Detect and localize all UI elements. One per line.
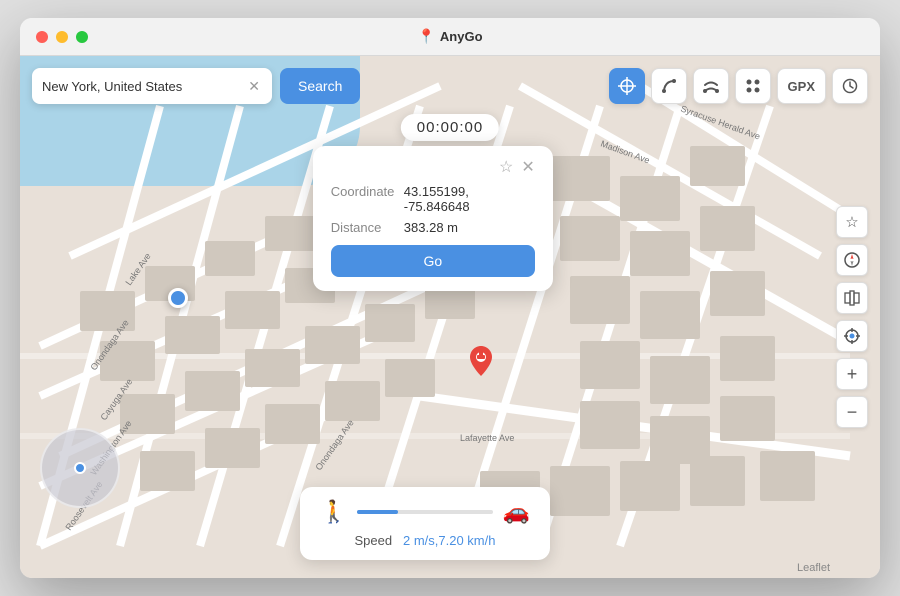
popup-distance-row: Distance 383.28 m: [331, 220, 535, 235]
walk-icon: 🚶: [320, 499, 347, 525]
timer-badge: 00:00:00: [401, 114, 499, 141]
close-button[interactable]: [36, 31, 48, 43]
route-multi-button[interactable]: [693, 68, 729, 104]
speed-value: 2 m/s,7.20 km/h: [403, 533, 495, 548]
route-single-button[interactable]: [651, 68, 687, 104]
rt-target-button[interactable]: [836, 320, 868, 352]
app-window: 📍 AnyGo: [20, 18, 880, 578]
mini-compass: [40, 428, 120, 508]
minimize-button[interactable]: [56, 31, 68, 43]
speed-slider-track[interactable]: [357, 510, 492, 514]
destination-marker[interactable]: [470, 346, 492, 383]
maximize-button[interactable]: [76, 31, 88, 43]
rt-compass-button[interactable]: [836, 244, 868, 276]
history-button[interactable]: [832, 68, 868, 104]
speed-label: Speed 2 m/s,7.20 km/h: [320, 533, 530, 548]
popup-close-button[interactable]: ✕: [521, 160, 534, 176]
multi-stop-button[interactable]: [735, 68, 771, 104]
right-tools: ☆: [836, 206, 868, 428]
clear-button[interactable]: ✕: [246, 76, 262, 97]
toolbar-right: GPX: [609, 68, 868, 104]
app-title: 📍 AnyGo: [417, 28, 482, 45]
search-input[interactable]: [42, 79, 246, 94]
toolbar: ✕ Search: [32, 68, 868, 104]
app-title-text: AnyGo: [440, 29, 483, 44]
map-container[interactable]: Lake Ave Onondaga Ave Cayuga Ave Washing…: [20, 56, 880, 578]
svg-text:Lafayette Ave: Lafayette Ave: [460, 433, 514, 443]
popup-header: ☆ ✕: [331, 160, 535, 176]
speed-text: Speed: [355, 533, 393, 548]
crosshair-button[interactable]: [609, 68, 645, 104]
zoom-out-button[interactable]: −: [836, 396, 868, 428]
rt-map-button[interactable]: [836, 282, 868, 314]
leaflet-attribution: Leaflet: [797, 562, 830, 574]
go-button[interactable]: Go: [331, 245, 535, 277]
speed-panel: 🚶 🚗 Speed 2 m/s,7.20 km/h: [300, 487, 550, 560]
gpx-button[interactable]: GPX: [777, 68, 826, 104]
info-popup: ☆ ✕ Coordinate 43.155199, -75.846648 Dis…: [313, 146, 553, 291]
window-controls: [36, 31, 88, 43]
coordinate-value: 43.155199, -75.846648: [404, 184, 535, 214]
car-icon: 🚗: [503, 499, 530, 525]
pin-icon: 📍: [417, 28, 434, 45]
distance-value: 383.28 m: [404, 220, 458, 235]
titlebar: 📍 AnyGo: [20, 18, 880, 56]
speed-icons-row: 🚶 🚗: [320, 499, 530, 525]
popup-star-button[interactable]: ☆: [499, 160, 513, 176]
search-button[interactable]: Search: [280, 68, 360, 104]
coordinate-label: Coordinate: [331, 184, 396, 199]
search-box[interactable]: ✕: [32, 68, 272, 104]
zoom-in-button[interactable]: +: [836, 358, 868, 390]
speed-slider-fill: [357, 510, 398, 514]
popup-coordinate-row: Coordinate 43.155199, -75.846648: [331, 184, 535, 214]
distance-label: Distance: [331, 220, 396, 235]
compass-dot: [74, 462, 86, 474]
rt-star-button[interactable]: ☆: [836, 206, 868, 238]
current-location-marker[interactable]: [168, 288, 188, 308]
